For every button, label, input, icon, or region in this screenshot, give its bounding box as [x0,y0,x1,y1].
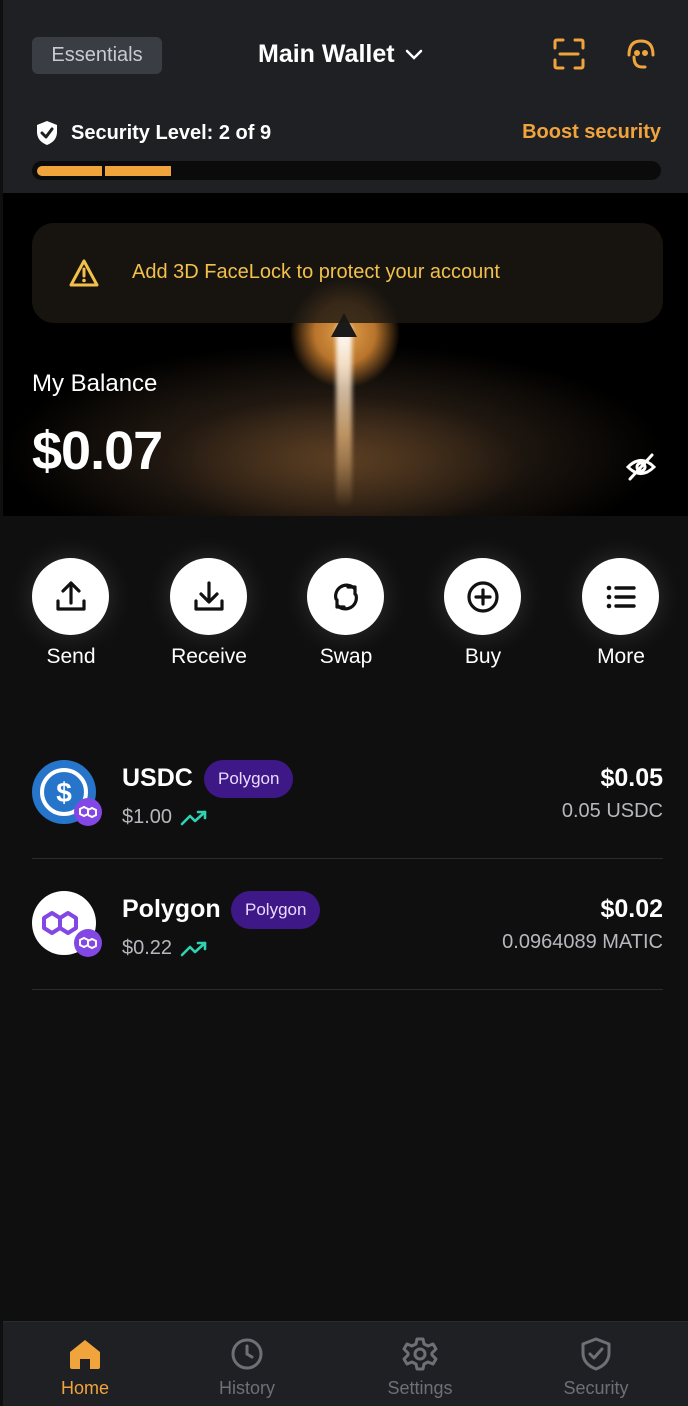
svg-text:$: $ [56,777,72,808]
wallet-app: Essentials Main Wallet Security Level: 2… [3,0,688,1406]
token-name: Polygon [122,895,221,923]
hide-balance-icon[interactable] [625,452,657,482]
token-price: $0.22 [122,937,208,960]
home-icon [70,1340,100,1369]
security-progress-bar [32,161,661,180]
nav-history[interactable]: History [187,1336,307,1399]
polygon-chain-icon [74,929,102,957]
token-usd-value: $0.05 [600,764,663,792]
more-circle [582,558,659,635]
receive-label: Receive [171,645,247,668]
support-agent-icon[interactable] [624,37,658,71]
balance-label: My Balance [32,370,158,397]
swap-label: Swap [319,645,373,668]
list-icon [606,585,636,608]
nav-home[interactable]: Home [25,1336,145,1399]
wallet-name: Main Wallet [258,40,395,68]
more-label: More [597,645,645,668]
balance-value: $0.07 [32,421,163,481]
send-button[interactable]: Send [32,558,110,669]
shield-check-icon [37,121,57,145]
clock-icon [231,1338,263,1370]
gear-icon [402,1337,438,1371]
header: Essentials Main Wallet Security Level: 2… [3,0,688,193]
swap-icon [333,583,358,610]
token-amount: 0.0964089 MATIC [502,931,663,953]
network-tag: Polygon [204,760,294,798]
essentials-chip[interactable]: Essentials [32,37,162,74]
send-circle [32,558,109,635]
token-name: USDC [122,764,193,792]
nav-settings[interactable]: Settings [360,1336,480,1399]
warning-icon [69,259,99,287]
token-row-usdc[interactable]: $ USDC Polygon $1.00 $0.05 0.05 USDC [32,760,663,860]
alert-text: Add 3D FaceLock to protect your account [132,261,500,283]
token-row-polygon[interactable]: Polygon Polygon $0.22 $0.02 0.0964089 MA… [32,891,663,991]
trend-up-icon [180,810,207,825]
swap-circle [307,558,384,635]
token-price: $1.00 [122,806,208,829]
send-label: Send [46,645,96,668]
security-level: Security Level: 2 of 9 [35,120,271,146]
progress-segment [37,166,102,176]
divider [32,989,663,990]
nav-home-label: Home [60,1378,109,1398]
divider [32,858,663,859]
shield-icon [581,1337,611,1371]
more-button[interactable]: More [582,558,660,669]
swap-button[interactable]: Swap [307,558,385,669]
nav-security[interactable]: Security [536,1336,656,1399]
nav-history-label: History [218,1378,275,1398]
token-price-value: $0.22 [122,937,173,959]
buy-button[interactable]: Buy [444,558,522,669]
progress-segment [105,166,171,176]
chevron-down-icon [405,49,422,60]
upload-icon [55,580,86,611]
polygon-chain-icon [74,798,102,826]
download-icon [193,580,224,611]
facelock-alert[interactable]: Add 3D FaceLock to protect your account [32,223,663,323]
buy-circle [444,558,521,635]
security-level-text: Security Level: 2 of 9 [71,121,272,144]
buy-label: Buy [464,645,502,668]
token-amount: 0.05 USDC [561,800,663,822]
bottom-nav: Home History Settings Security [3,1321,688,1406]
wallet-selector[interactable]: Main Wallet [258,40,423,69]
token-price-value: $1.00 [122,806,173,828]
plus-circle-icon [466,580,499,613]
rocket-trail [336,323,352,508]
token-usd-value: $0.02 [600,895,663,923]
receive-circle [170,558,247,635]
trend-up-icon [180,941,207,956]
boost-security-link[interactable]: Boost security [522,121,661,144]
nav-settings-label: Settings [387,1378,453,1398]
network-tag: Polygon [231,891,321,929]
scan-icon[interactable] [552,37,586,71]
receive-button[interactable]: Receive [170,558,248,669]
nav-security-label: Security [563,1378,629,1398]
